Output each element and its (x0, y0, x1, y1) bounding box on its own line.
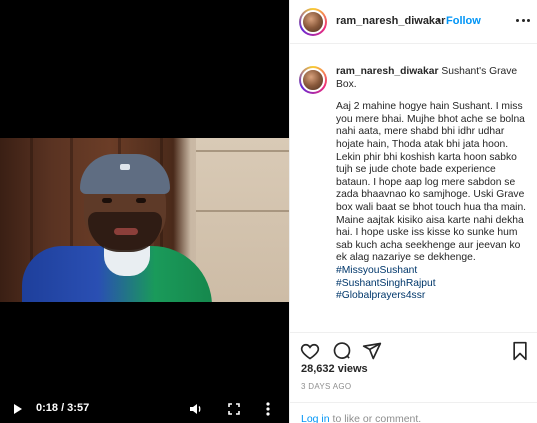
comment-icon[interactable] (332, 341, 352, 361)
post-header: ram_naresh_diwakar • Follow (290, 0, 537, 44)
caption-area[interactable]: ram_naresh_diwakar Sushant's Grave Box. … (290, 44, 537, 332)
view-count[interactable]: 28,632 views (301, 363, 368, 375)
caption-username[interactable]: ram_naresh_diwakar (336, 66, 438, 77)
fullscreen-icon[interactable] (227, 402, 241, 416)
video-time: 0:18 / 3:57 (36, 402, 90, 414)
caption-avatar[interactable] (299, 66, 327, 94)
volume-icon[interactable] (189, 402, 203, 416)
login-link[interactable]: Log in (301, 413, 330, 423)
login-prompt: Log in to like or comment. (301, 413, 421, 423)
caption-body: Aaj 2 mahine hogye hain Sushant. I miss … (336, 101, 527, 264)
login-prompt-rest: to like or comment. (329, 413, 422, 423)
hashtag-link[interactable]: #SushantSinghRajput (336, 278, 530, 291)
video-frame[interactable] (0, 138, 289, 302)
login-bar: Log in to like or comment. (290, 402, 537, 423)
caption: ram_naresh_diwakar Sushant's Grave Box. … (336, 66, 530, 303)
header-username[interactable]: ram_naresh_diwakar (336, 15, 445, 27)
post-date[interactable]: 3 DAYS AGO (301, 382, 351, 391)
avatar[interactable] (299, 8, 327, 36)
more-options-icon[interactable] (516, 13, 530, 27)
separator-dot: • (437, 15, 441, 27)
hashtag-link[interactable]: #MissyouSushant (336, 265, 530, 278)
speaker-figure (22, 150, 212, 302)
share-icon[interactable] (362, 341, 382, 361)
video-controls: 0:18 / 3:57 (0, 393, 289, 423)
heart-icon[interactable] (300, 341, 320, 361)
bookmark-icon[interactable] (510, 341, 530, 361)
play-icon[interactable] (12, 403, 24, 415)
post-panel: ram_naresh_diwakar • Follow ram_naresh_d… (289, 0, 537, 423)
follow-button[interactable]: Follow (446, 15, 481, 27)
more-vertical-icon[interactable] (264, 401, 272, 417)
video-player[interactable]: 0:18 / 3:57 (0, 0, 289, 423)
hashtag-link[interactable]: #Globalprayers4ssr (336, 290, 530, 303)
